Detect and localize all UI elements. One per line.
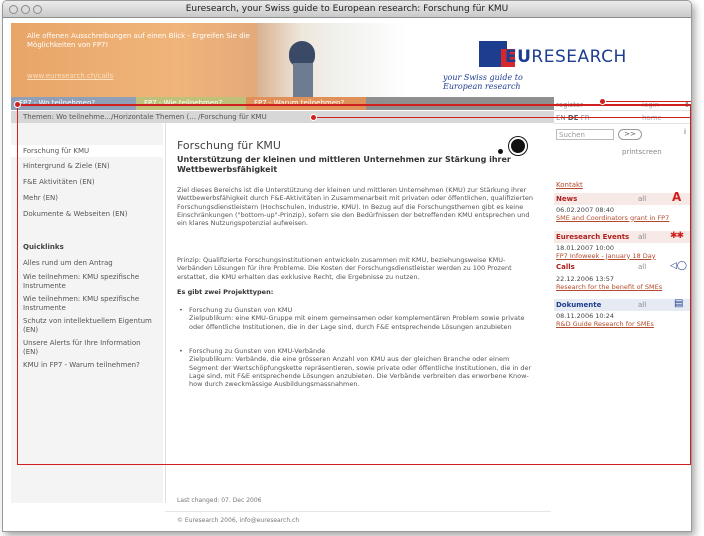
title-bar: Euresearch, your Swiss guide to European… (3, 1, 691, 18)
annotation-line-register (603, 101, 691, 102)
browser-window: Euresearch, your Swiss guide to European… (2, 0, 692, 532)
window-title: Euresearch, your Swiss guide to European… (185, 4, 509, 14)
copyright[interactable]: © Euresearch 2006, info@euresearch.ch (177, 517, 299, 524)
footer-divider (165, 511, 551, 512)
promo-link[interactable]: www.euresearch.ch/calls (27, 72, 113, 80)
person-figure-icon (293, 63, 313, 97)
annotation-line-tabs (17, 104, 691, 105)
zoom-window-icon[interactable] (33, 5, 42, 14)
annotation-frame (17, 105, 691, 465)
banner-photo (257, 23, 407, 97)
close-window-icon[interactable] (9, 5, 18, 14)
last-changed: Last changed: 07. Dec 2006 (177, 497, 262, 504)
annotation-line-breadcrumb (314, 117, 691, 118)
logo-tagline: your Swiss guide to European research (443, 73, 523, 91)
logo-rest: RESEARCH (531, 47, 627, 67)
logo[interactable]: EURESEARCH (505, 47, 627, 67)
annotation-marker-register (599, 98, 606, 105)
promo-text: Alle offenen Ausschreibungen auf einen B… (27, 32, 250, 49)
annotation-marker-tabs (14, 101, 21, 108)
header-banner: Alle offenen Ausschreibungen auf einen B… (11, 23, 626, 97)
annotation-marker-breadcrumb (310, 114, 317, 121)
minimize-window-icon[interactable] (21, 5, 30, 14)
logo-bold: EU (505, 47, 532, 67)
